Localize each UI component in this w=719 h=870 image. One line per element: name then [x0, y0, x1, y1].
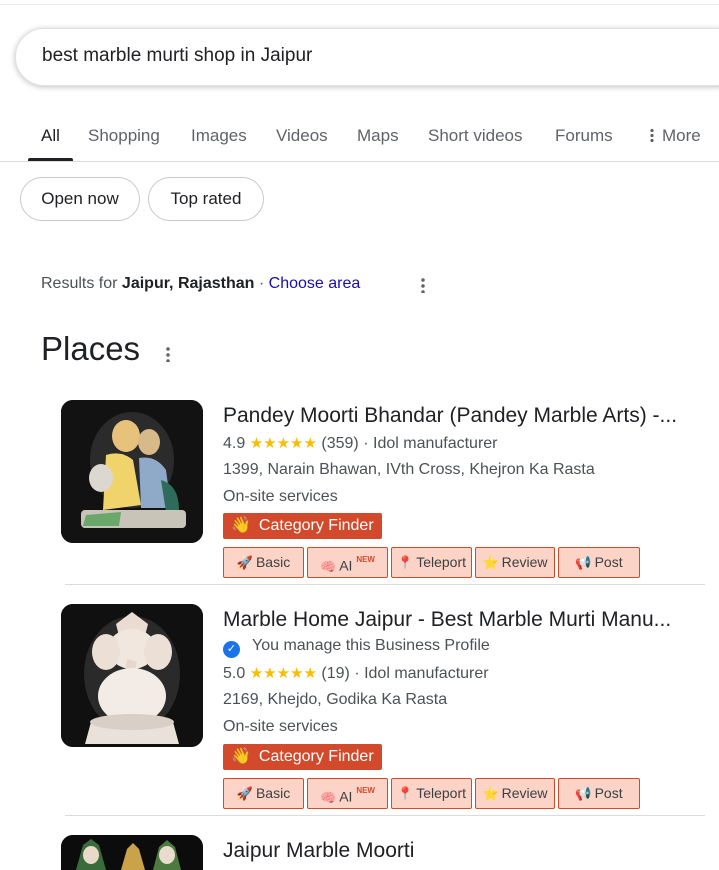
tab-images[interactable]: Images — [191, 126, 247, 146]
post-label: Post — [594, 785, 623, 801]
tab-shopping[interactable]: Shopping — [88, 126, 160, 146]
tab-forums[interactable]: Forums — [555, 126, 613, 146]
review-button[interactable]: ⭐ Review — [475, 547, 555, 578]
listing-divider — [65, 815, 705, 816]
place-rating-line-2: 5.0 ★★★★★ (19) · Idol manufacturer — [223, 664, 489, 683]
place-thumbnail-1[interactable] — [61, 400, 203, 543]
ai-button[interactable]: 🧠 AI NEW — [307, 778, 388, 809]
waving-hand-icon: 👋 — [231, 748, 251, 765]
megaphone-icon: 📢 — [575, 786, 592, 801]
basic-button[interactable]: 🚀 Basic — [223, 547, 304, 578]
rocket-icon: 🚀 — [236, 555, 253, 570]
map-pin-icon: 📍 — [397, 555, 414, 570]
basic-label: Basic — [255, 554, 291, 570]
place-thumbnail-2[interactable] — [61, 604, 203, 747]
teleport-label: Teleport — [416, 554, 466, 570]
category-finder-label: Category Finder — [258, 748, 374, 765]
review-button[interactable]: ⭐ Review — [475, 778, 555, 809]
tab-more-label: More — [662, 126, 701, 145]
more-vert-icon — [650, 128, 654, 142]
tab-videos[interactable]: Videos — [276, 126, 328, 146]
rating-stars-icon: ★★★★★ — [249, 435, 317, 452]
place-service-2: On-site services — [223, 718, 338, 735]
places-heading: Places — [41, 330, 141, 367]
category-finder-button-2[interactable]: 👋 Category Finder — [223, 744, 382, 770]
star-icon: ⭐ — [482, 555, 499, 570]
ai-label: AI — [339, 788, 353, 805]
rating-value: 4.9 — [223, 435, 246, 452]
search-tabs: All Shopping Images Videos Maps Short vi… — [0, 112, 719, 162]
location-place: Jaipur, Rajasthan — [121, 275, 255, 292]
rocket-icon: 🚀 — [236, 786, 253, 801]
rating-stars-icon: ★★★★★ — [249, 665, 317, 682]
chip-open-now[interactable]: Open now — [20, 177, 140, 221]
basic-label: Basic — [255, 785, 291, 801]
new-badge: NEW — [356, 555, 375, 564]
review-count[interactable]: (19) — [321, 665, 349, 682]
location-options-icon[interactable] — [421, 277, 425, 293]
new-badge: NEW — [356, 786, 375, 795]
tab-all[interactable]: All — [41, 126, 60, 146]
choose-area-link[interactable]: Choose area — [269, 275, 361, 292]
location-separator: · — [258, 275, 265, 292]
chip-top-rated[interactable]: Top rated — [148, 177, 264, 221]
place-service-1: On-site services — [223, 488, 338, 505]
review-label: Review — [501, 785, 548, 801]
search-box[interactable]: best marble murti shop in Jaipur — [15, 28, 719, 86]
place-rating-line-1: 4.9 ★★★★★ (359) · Idol manufacturer — [223, 434, 498, 453]
active-tab-indicator — [28, 158, 73, 161]
tab-more[interactable]: More — [650, 126, 701, 146]
post-button[interactable]: 📢 Post — [558, 778, 640, 809]
ai-label: AI — [339, 557, 353, 574]
places-options-icon[interactable] — [166, 346, 170, 362]
waving-hand-icon: 👋 — [231, 517, 251, 534]
place-category: · Idol manufacturer — [363, 435, 498, 452]
category-finder-button-1[interactable]: 👋 Category Finder — [223, 513, 382, 539]
place-name-1[interactable]: Pandey Moorti Bhandar (Pandey Marble Art… — [223, 404, 713, 428]
place-name-2[interactable]: Marble Home Jaipur - Best Marble Murti M… — [223, 608, 713, 632]
place-address-1: 1399, Narain Bhawan, IVth Cross, Khejron… — [223, 461, 595, 478]
tab-maps[interactable]: Maps — [357, 126, 399, 146]
place-address-2: 2169, Khejdo, Godika Ka Rasta — [223, 691, 448, 708]
idol-image-deities — [61, 835, 203, 870]
post-label: Post — [594, 554, 623, 570]
rating-value: 5.0 — [223, 665, 246, 682]
search-query[interactable]: best marble murti shop in Jaipur — [42, 45, 312, 67]
location-line: Results for Jaipur, Rajasthan · Choose a… — [41, 275, 360, 293]
verified-check-icon: ✓ — [223, 641, 240, 658]
review-label: Review — [501, 554, 548, 570]
post-button[interactable]: 📢 Post — [558, 547, 640, 578]
place-category: · Idol manufacturer — [354, 665, 489, 682]
category-finder-label: Category Finder — [258, 517, 374, 534]
idol-image-ganesha — [61, 604, 203, 747]
brain-icon: 🧠 — [320, 789, 337, 805]
top-divider — [0, 4, 719, 5]
map-pin-icon: 📍 — [397, 786, 414, 801]
idol-image-krishna-radha — [61, 400, 203, 543]
managed-profile-text[interactable]: You manage this Business Profile — [252, 637, 490, 654]
tab-short-videos[interactable]: Short videos — [428, 126, 523, 146]
teleport-button[interactable]: 📍 Teleport — [391, 547, 472, 578]
brain-icon: 🧠 — [320, 558, 337, 574]
place-name-3[interactable]: Jaipur Marble Moorti — [223, 839, 713, 863]
listing-divider — [65, 584, 705, 585]
ai-button[interactable]: 🧠 AI NEW — [307, 547, 388, 578]
teleport-label: Teleport — [416, 785, 466, 801]
place-thumbnail-3[interactable] — [61, 835, 203, 870]
basic-button[interactable]: 🚀 Basic — [223, 778, 304, 809]
review-count[interactable]: (359) — [321, 435, 358, 452]
megaphone-icon: 📢 — [575, 555, 592, 570]
star-icon: ⭐ — [482, 786, 499, 801]
location-prefix: Results for — [41, 275, 118, 292]
managed-profile-line: ✓ You manage this Business Profile — [223, 637, 490, 658]
teleport-button[interactable]: 📍 Teleport — [391, 778, 472, 809]
